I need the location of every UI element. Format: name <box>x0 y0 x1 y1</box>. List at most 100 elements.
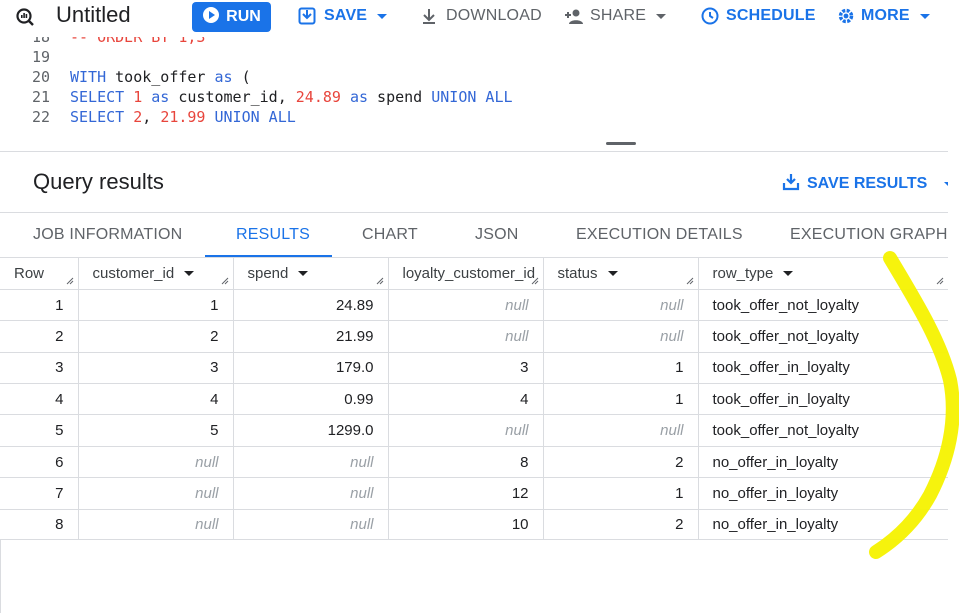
clock-icon <box>701 7 719 25</box>
table-cell: 1 <box>543 383 699 416</box>
gear-icon <box>837 7 855 25</box>
table-cell: null <box>233 509 389 539</box>
column-header-status[interactable]: status <box>543 258 699 290</box>
line-number: 20 <box>31 68 50 86</box>
sort-arrow-icon[interactable] <box>184 271 195 277</box>
code-text: SELECT 2, 21.99 UNION ALL <box>70 108 296 126</box>
pane-divider <box>0 151 948 152</box>
table-cell: null <box>388 320 544 353</box>
line-number: 18 <box>31 37 50 46</box>
table-row[interactable]: 1 1 24.89 null null took_offer_not_loyalty <box>0 289 948 322</box>
sort-arrow-icon[interactable] <box>783 271 794 277</box>
table-cell: no_offer_in_loyalty <box>698 509 948 539</box>
code-line[interactable]: 22 SELECT 2, 21.99 UNION ALL <box>0 108 948 128</box>
tab-chart[interactable]: CHART <box>362 226 418 244</box>
column-resize-icon[interactable] <box>66 277 74 285</box>
table-row[interactable]: 6 null null 8 2 no_offer_in_loyalty <box>0 446 948 479</box>
table-cell: no_offer_in_loyalty <box>698 477 948 510</box>
column-header-customer-id[interactable]: customer_id <box>78 258 234 290</box>
table-cell: 3 <box>388 352 544 385</box>
chevron-down-icon <box>656 13 667 19</box>
table-row[interactable]: 5 5 1299.0 null null took_offer_not_loyalty <box>0 414 948 447</box>
column-header-row[interactable]: Row <box>0 258 79 290</box>
table-cell: 179.0 <box>233 352 389 385</box>
table-cell: 1 <box>543 352 699 385</box>
more-button[interactable]: MORE <box>837 0 930 32</box>
play-icon <box>202 6 220 29</box>
tab-json[interactable]: JSON <box>475 226 518 244</box>
sql-editor[interactable]: 18 -- ORDER BY 1,3 19 20 WITH took_offer as … <box>0 37 948 128</box>
table-cell: 0.99 <box>233 383 389 416</box>
table-cell: took_offer_in_loyalty <box>698 383 948 416</box>
run-button[interactable]: RUN <box>192 2 271 32</box>
table-row[interactable]: 8 null null 10 2 no_offer_in_loyalty <box>0 509 948 539</box>
save-icon <box>298 7 316 25</box>
query-title[interactable]: Untitled <box>56 2 131 28</box>
table-cell: null <box>543 289 699 322</box>
code-line[interactable]: 21 SELECT 1 as customer_id, 24.89 as spen… <box>0 88 948 108</box>
code-line[interactable]: 18 -- ORDER BY 1,3 <box>0 37 948 48</box>
table-cell: null <box>78 477 234 510</box>
download-label: DOWNLOAD <box>446 7 542 24</box>
code-line[interactable]: 19 <box>0 48 948 68</box>
sort-arrow-icon[interactable] <box>607 271 618 277</box>
column-resize-icon[interactable] <box>531 277 539 285</box>
share-button[interactable]: SHARE <box>564 0 667 32</box>
table-cell: 12 <box>388 477 544 510</box>
table-cell: took_offer_in_loyalty <box>698 352 948 385</box>
pane-resize-handle[interactable] <box>606 142 636 145</box>
save-results-label: SAVE RESULTS <box>807 175 928 192</box>
tab-execution-details[interactable]: EXECUTION DETAILS <box>576 226 743 244</box>
column-resize-icon[interactable] <box>936 277 944 285</box>
table-row[interactable]: 7 null null 12 1 no_offer_in_loyalty <box>0 477 948 510</box>
table-cell: 1 <box>78 289 234 322</box>
sort-arrow-icon[interactable] <box>298 271 309 277</box>
table-cell: 7 <box>0 477 79 510</box>
table-cell: 2 <box>78 320 234 353</box>
table-cell: took_offer_not_loyalty <box>698 414 948 447</box>
query-icon <box>14 6 36 28</box>
results-title: Query results <box>33 169 164 194</box>
column-resize-icon[interactable] <box>686 277 694 285</box>
table-row[interactable]: 4 4 0.99 4 1 took_offer_in_loyalty <box>0 383 948 416</box>
column-resize-icon[interactable] <box>221 277 229 285</box>
schedule-button[interactable]: SCHEDULE <box>701 0 816 32</box>
save-label: SAVE <box>324 7 368 24</box>
table-cell: 24.89 <box>233 289 389 322</box>
tab-results[interactable]: RESULTS <box>236 226 310 244</box>
chevron-down-icon <box>919 13 930 19</box>
table-cell: 8 <box>0 509 79 539</box>
chevron-down-icon <box>377 13 388 19</box>
line-number: 22 <box>31 108 50 126</box>
table-cell: 1 <box>0 289 79 322</box>
code-text: SELECT 1 as customer_id, 24.89 as spend … <box>70 88 513 106</box>
column-header-loyalty-customer-id[interactable]: loyalty_customer_id <box>388 258 544 290</box>
table-cell: 5 <box>0 414 79 447</box>
table-cell: no_offer_in_loyalty <box>698 446 948 479</box>
table-cell: 21.99 <box>233 320 389 353</box>
table-cell: null <box>78 446 234 479</box>
tab-job-information[interactable]: JOB INFORMATION <box>33 226 182 244</box>
table-cell: 2 <box>543 509 699 539</box>
download-button[interactable]: DOWNLOAD <box>420 0 542 32</box>
results-scrollbar[interactable] <box>948 151 959 613</box>
column-resize-icon[interactable] <box>376 277 384 285</box>
results-table: Row customer_id spend loyalty_customer_id st… <box>0 257 948 540</box>
table-cell: 4 <box>0 383 79 416</box>
table-cell: took_offer_not_loyalty <box>698 320 948 353</box>
column-header-spend[interactable]: spend <box>233 258 389 290</box>
table-row[interactable]: 2 2 21.99 null null took_offer_not_loyalty <box>0 320 948 353</box>
table-cell: 3 <box>78 352 234 385</box>
table-header-row: Row customer_id spend loyalty_customer_id st… <box>0 258 948 290</box>
editor-scrollbar[interactable] <box>948 37 959 128</box>
run-label: RUN <box>226 8 261 25</box>
save-results-button[interactable]: SAVE RESULTS <box>782 172 955 196</box>
table-cell: 2 <box>0 320 79 353</box>
save-button[interactable]: SAVE <box>298 0 388 32</box>
code-line[interactable]: 20 WITH took_offer as ( <box>0 68 948 88</box>
table-cell: 5 <box>78 414 234 447</box>
schedule-label: SCHEDULE <box>726 7 816 24</box>
column-header-row-type[interactable]: row_type <box>698 258 948 290</box>
tab-execution-graph[interactable]: EXECUTION GRAPH <box>790 226 948 244</box>
table-row[interactable]: 3 3 179.0 3 1 took_offer_in_loyalty <box>0 352 948 385</box>
